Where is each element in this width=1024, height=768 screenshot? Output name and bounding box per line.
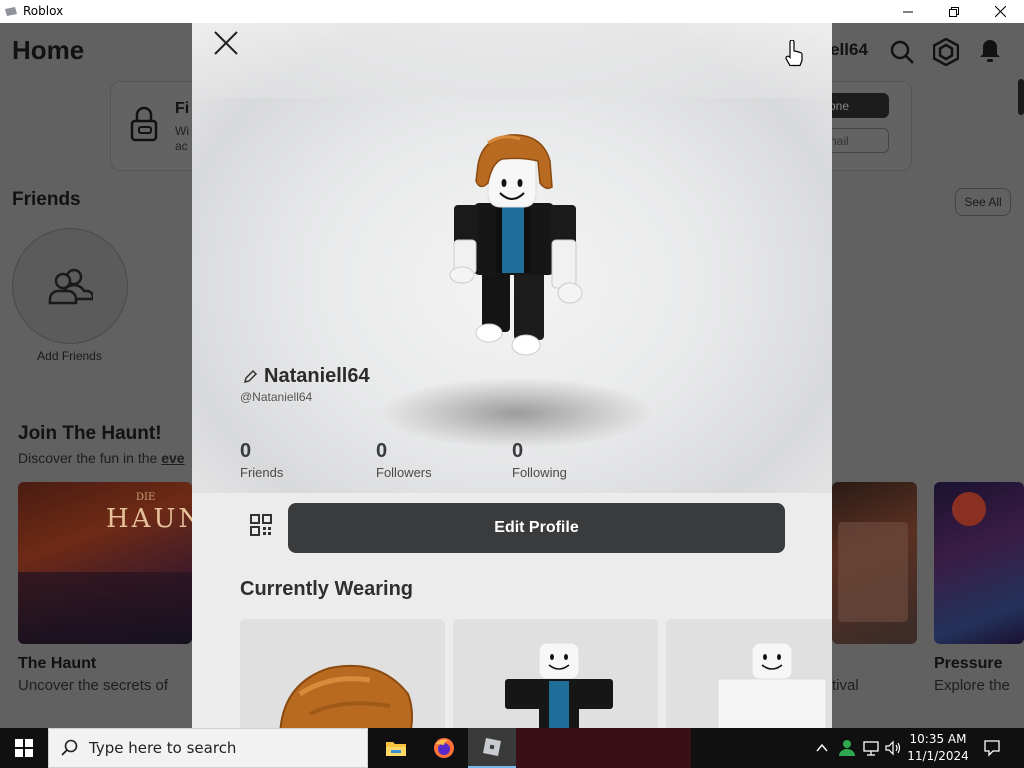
firefox-icon <box>434 738 454 758</box>
robux-icon[interactable] <box>933 38 959 66</box>
game-tile-pressure[interactable] <box>934 482 1024 644</box>
search-icon <box>61 739 78 756</box>
taskbar-wallpaper-strip <box>516 728 691 768</box>
profile-display-name: Nataniell64 <box>264 365 370 387</box>
stat-friends[interactable]: 0 Friends <box>240 440 283 480</box>
wearing-item-shirt[interactable] <box>453 619 658 728</box>
stat-following[interactable]: 0 Following <box>512 440 567 480</box>
section-heading: Join The Haunt! <box>18 423 162 444</box>
game-subtitle: Uncover the secrets of <box>18 677 169 694</box>
banner-title: Fi <box>175 100 190 117</box>
volume-icon[interactable] <box>884 739 902 757</box>
banner-line1: Wi <box>175 124 189 138</box>
add-friends-icon <box>48 268 93 305</box>
search-icon[interactable] <box>889 39 915 65</box>
network-icon[interactable] <box>862 739 880 757</box>
profile-name-row: Nataniell64 <box>242 365 370 388</box>
avatar-shadow <box>382 378 652 448</box>
taskbar-file-explorer[interactable] <box>372 728 420 768</box>
clock-date: 11/1/2024 <box>907 749 969 763</box>
stat-label: Following <box>512 465 567 480</box>
stat-label: Friends <box>240 465 284 480</box>
profile-modal: Nataniell64 @Nataniell64 0 Friends 0 Fol… <box>192 23 832 728</box>
wearing-item-hair[interactable] <box>240 619 445 728</box>
windows-logo-icon <box>15 739 33 757</box>
notifications-bell-icon[interactable] <box>979 38 1001 64</box>
stat-value: 0 <box>376 440 388 462</box>
stat-value: 0 <box>512 440 524 462</box>
stat-value: 0 <box>240 440 252 462</box>
wearing-item-jacket[interactable] <box>666 619 832 728</box>
taskbar-firefox[interactable] <box>420 728 468 768</box>
game-subtitle: tival <box>832 677 859 694</box>
game-tile-festival[interactable] <box>832 482 917 644</box>
stat-label: Followers <box>376 465 432 480</box>
banner-line2: ac <box>175 139 188 153</box>
currently-wearing-heading: Currently Wearing <box>240 578 413 600</box>
action-center-icon[interactable] <box>983 739 1001 757</box>
roblox-app-icon <box>5 7 17 16</box>
window-title: Roblox <box>23 4 64 18</box>
close-modal-icon[interactable] <box>212 29 240 57</box>
section-subtitle-link[interactable]: eve <box>161 450 184 466</box>
game-title: Pressure <box>934 655 1003 672</box>
tray-chevron-up-icon[interactable] <box>815 741 829 755</box>
see-all-button[interactable]: See All <box>955 188 1011 216</box>
restore-icon <box>949 6 959 17</box>
folder-icon <box>386 742 406 756</box>
friends-heading: Friends <box>12 189 81 210</box>
avatar-3d-figure <box>449 134 583 356</box>
start-button[interactable] <box>0 728 48 768</box>
windows-taskbar: Type here to search 10:35 AM 11/1/2024 <box>0 728 1024 768</box>
minimize-button[interactable] <box>885 0 931 23</box>
restore-button[interactable] <box>931 0 977 23</box>
taskbar-search-box[interactable]: Type here to search <box>48 728 368 768</box>
game-tile-the-haunt[interactable]: DIE HAUN <box>18 482 192 644</box>
taskbar-clock[interactable]: 10:35 AM 11/1/2024 <box>903 731 973 765</box>
qr-code-icon[interactable] <box>250 514 272 536</box>
clock-time: 10:35 AM <box>909 732 967 746</box>
section-subtitle-text: Discover the fun in the <box>18 450 162 466</box>
hair-item-thumbnail <box>279 664 413 728</box>
search-placeholder: Type here to search <box>89 739 237 757</box>
add-friends-button[interactable] <box>12 228 128 344</box>
close-icon <box>994 6 1006 17</box>
hand-cursor-icon <box>785 40 803 67</box>
taskbar-roblox[interactable] <box>468 728 516 768</box>
jacket-item-thumbnail <box>717 642 827 728</box>
edit-pencil-icon[interactable] <box>242 369 258 385</box>
shirt-item-thumbnail <box>505 642 613 728</box>
profile-handle: @Nataniell64 <box>240 390 313 404</box>
section-subtitle: Discover the fun in the eve <box>18 450 185 466</box>
page-title: Home <box>12 35 85 65</box>
stage-top-fade <box>192 23 832 98</box>
people-icon[interactable] <box>838 739 856 757</box>
roblox-icon <box>483 738 501 756</box>
minimize-icon <box>903 11 913 12</box>
stat-followers[interactable]: 0 Followers <box>376 440 432 480</box>
edit-profile-button[interactable]: Edit Profile <box>288 503 785 553</box>
lock-icon <box>130 106 158 142</box>
close-window-button[interactable] <box>977 0 1023 23</box>
game-title: The Haunt <box>18 655 97 672</box>
window-titlebar: Roblox <box>0 0 1024 23</box>
scrollbar-thumb[interactable] <box>1018 79 1024 115</box>
game-subtitle: Explore the <box>934 677 1010 694</box>
add-friends-label: Add Friends <box>37 349 102 363</box>
game-art-text: HAUN <box>106 504 192 534</box>
